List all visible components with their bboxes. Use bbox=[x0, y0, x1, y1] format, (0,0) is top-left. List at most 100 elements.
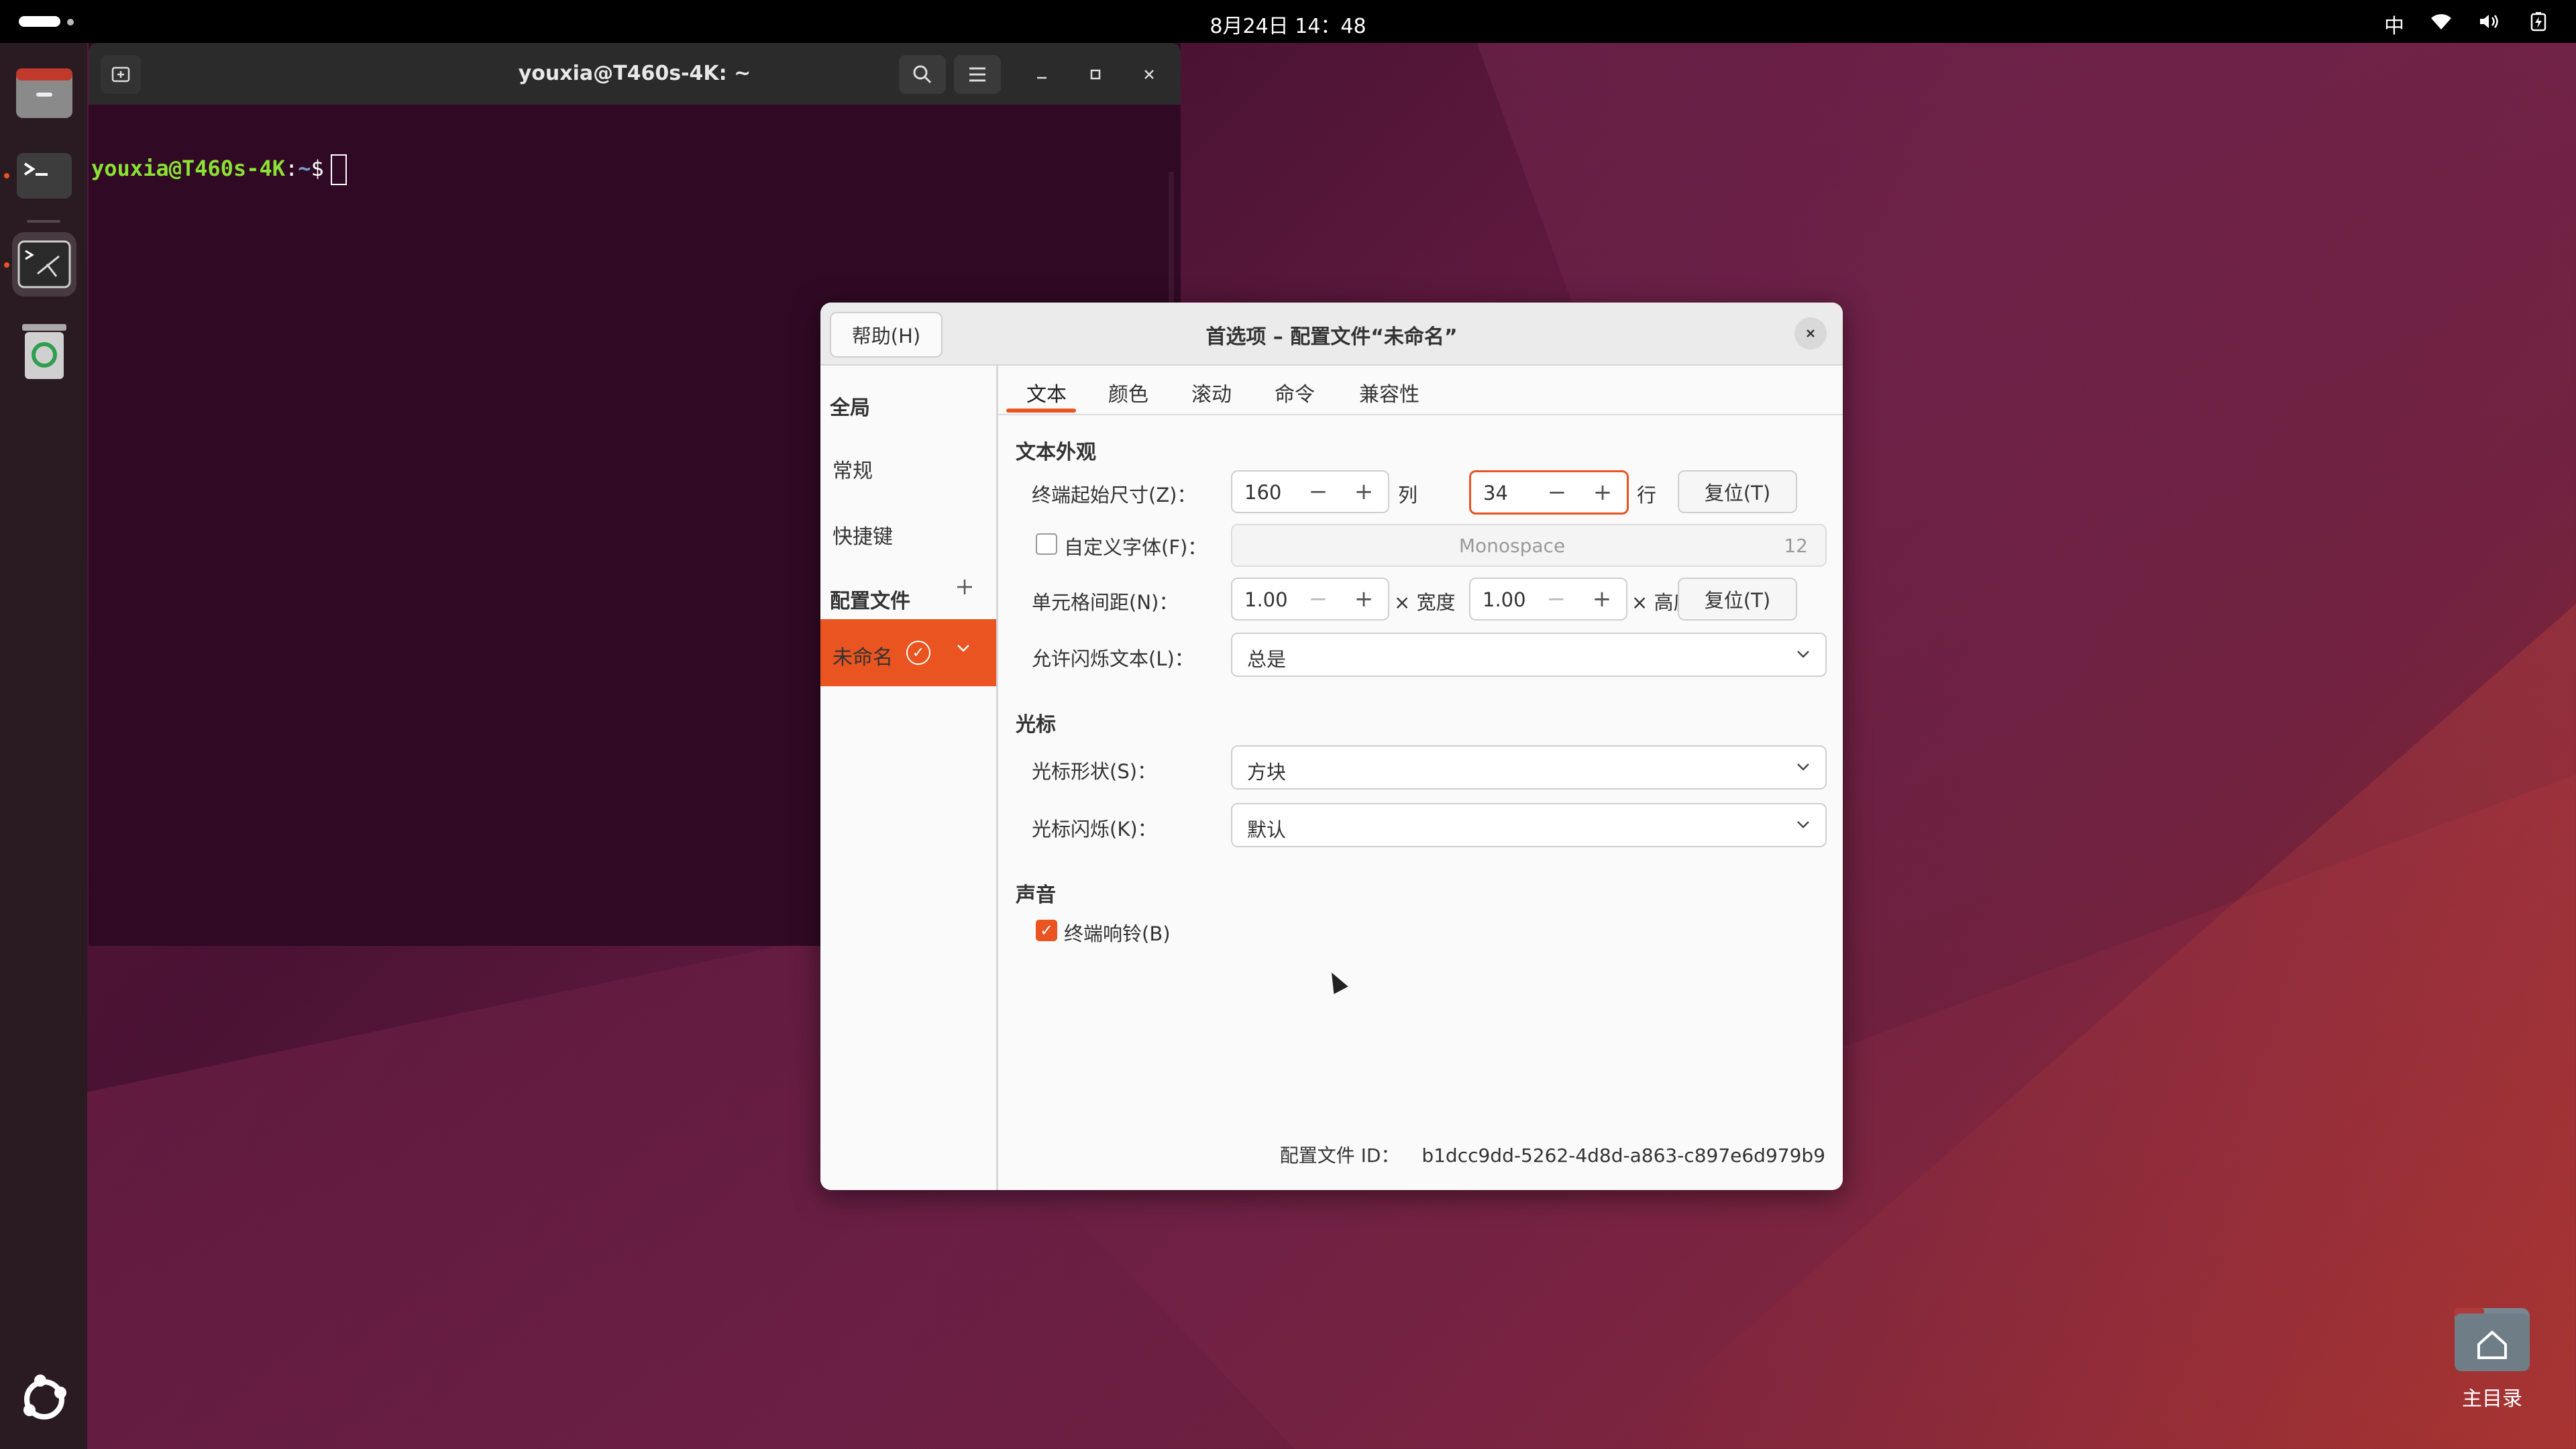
cell-width-decrement[interactable]: − bbox=[1297, 582, 1340, 616]
chevron-down-icon bbox=[1794, 753, 1812, 785]
terminal-preferences-icon bbox=[17, 240, 71, 288]
profile-settings: 文本 颜色 滚动 命令 兼容性 文本外观 终端起始尺寸(Z)： 160 − + … bbox=[998, 366, 1843, 1190]
tab-scrolling[interactable]: 滚动 bbox=[1191, 378, 1232, 407]
chevron-down-icon bbox=[957, 645, 969, 652]
home-folder-label: 主目录 bbox=[2462, 1387, 2522, 1411]
hamburger-menu-icon bbox=[969, 67, 985, 82]
dock bbox=[0, 43, 87, 1449]
cursor-shape-label: 光标形状(S)： bbox=[1032, 760, 1157, 783]
section-sound: 声音 bbox=[1016, 883, 1056, 907]
menu-button[interactable] bbox=[954, 55, 1001, 94]
chevron-down-icon bbox=[1794, 811, 1812, 843]
reset-spacing-button[interactable]: 复位(T) bbox=[1678, 578, 1797, 621]
volume-icon[interactable] bbox=[2478, 12, 2501, 36]
maximize-button[interactable] bbox=[1079, 58, 1112, 91]
terminal-cursor bbox=[330, 154, 347, 185]
input-method-indicator[interactable]: 中 bbox=[2384, 9, 2404, 39]
dock-trash[interactable] bbox=[12, 318, 76, 382]
preferences-dialog[interactable]: 帮助(H) 首选项 – 配置文件“未命名” 全局 常规 快捷键 配置文件 未命名… bbox=[820, 303, 1843, 1190]
sidebar-item-general[interactable]: 常规 bbox=[833, 454, 873, 484]
dock-show-apps[interactable] bbox=[12, 1367, 76, 1432]
sidebar-heading-profiles: 配置文件 bbox=[830, 590, 910, 613]
tab-bar: 文本 颜色 滚动 命令 兼容性 bbox=[998, 366, 1843, 415]
cell-height-spinbutton[interactable]: 1.00 − + bbox=[1469, 578, 1627, 621]
minimize-button[interactable] bbox=[1025, 58, 1059, 91]
terminal-header[interactable]: youxia@T460s-4K: ~ bbox=[89, 43, 1181, 105]
trash-icon bbox=[22, 324, 66, 379]
columns-spinbutton[interactable]: 160 − + bbox=[1231, 470, 1389, 513]
profile-menu-button[interactable] bbox=[955, 639, 972, 659]
files-running-indicator bbox=[4, 173, 9, 178]
chevron-down-icon bbox=[1794, 641, 1812, 672]
rows-increment[interactable]: + bbox=[1581, 475, 1624, 510]
battery-icon[interactable] bbox=[2526, 11, 2549, 37]
dock-files[interactable] bbox=[12, 60, 76, 125]
add-profile-button[interactable] bbox=[955, 576, 975, 603]
cell-spacing-label: 单元格间距(N)： bbox=[1032, 591, 1179, 614]
cell-height-value: 1.00 bbox=[1483, 588, 1526, 611]
reset-size-button[interactable]: 复位(T) bbox=[1678, 470, 1797, 513]
active-tab-indicator bbox=[1006, 409, 1076, 413]
plus-icon bbox=[957, 580, 972, 594]
ubuntu-logo-icon bbox=[23, 1375, 66, 1419]
profile-id-value: b1dcc9dd-5262-4d8d-a863-c897e6d979b9 bbox=[1421, 1144, 1825, 1167]
columns-value: 160 bbox=[1244, 481, 1282, 504]
rows-decrement[interactable]: − bbox=[1536, 475, 1578, 510]
terminal-icon bbox=[17, 153, 72, 199]
maximize-icon bbox=[1090, 69, 1101, 80]
clock[interactable]: 8月24日 14：48 bbox=[0, 9, 2576, 39]
custom-font-label: 自定义字体(F)： bbox=[1064, 536, 1208, 559]
search-icon bbox=[913, 65, 932, 84]
tab-command[interactable]: 命令 bbox=[1275, 378, 1315, 407]
custom-font-checkbox[interactable] bbox=[1036, 533, 1057, 555]
files-icon bbox=[16, 68, 72, 118]
default-profile-check-icon: ✓ bbox=[906, 641, 930, 665]
wifi-icon[interactable] bbox=[2430, 12, 2453, 36]
preferences-running-indicator bbox=[4, 262, 9, 268]
search-button[interactable] bbox=[899, 55, 946, 94]
cursor-blink-dropdown[interactable]: 默认 bbox=[1231, 803, 1827, 847]
cursor-shape-dropdown[interactable]: 方块 bbox=[1231, 745, 1827, 790]
prompt-path: ~ bbox=[298, 156, 311, 181]
preferences-sidebar: 全局 常规 快捷键 配置文件 未命名 ✓ bbox=[820, 366, 998, 1190]
cell-height-increment[interactable]: + bbox=[1580, 582, 1623, 616]
desktop-home-folder[interactable]: 主目录 bbox=[2442, 1308, 2542, 1411]
font-name: Monospace bbox=[1458, 535, 1566, 557]
dock-terminal-preferences[interactable] bbox=[12, 232, 76, 297]
cell-width-unit: × 宽度 bbox=[1394, 591, 1456, 614]
top-bar: 8月24日 14：48 中 bbox=[0, 0, 2576, 43]
close-button[interactable] bbox=[1132, 58, 1166, 91]
cell-height-decrement[interactable]: − bbox=[1535, 582, 1578, 616]
rows-spinbutton[interactable]: 34 − + bbox=[1469, 470, 1629, 515]
columns-increment[interactable]: + bbox=[1342, 474, 1385, 509]
minimize-icon bbox=[1037, 76, 1046, 79]
section-cursor: 光标 bbox=[1016, 713, 1056, 737]
tab-compatibility[interactable]: 兼容性 bbox=[1359, 378, 1419, 407]
font-size: 12 bbox=[1784, 535, 1808, 557]
profile-name: 未命名 bbox=[833, 646, 893, 669]
tab-colors[interactable]: 颜色 bbox=[1108, 378, 1148, 407]
system-tray[interactable]: 中 bbox=[2384, 9, 2549, 39]
tab-text[interactable]: 文本 bbox=[1026, 378, 1067, 407]
terminal-bell-checkbox[interactable]: ✓ bbox=[1036, 920, 1057, 941]
dialog-header[interactable]: 帮助(H) 首选项 – 配置文件“未命名” bbox=[820, 303, 1843, 366]
cursor-blink-label: 光标闪烁(K)： bbox=[1032, 818, 1157, 841]
dialog-close-button[interactable] bbox=[1794, 317, 1827, 350]
sidebar-heading-global: 全局 bbox=[830, 396, 870, 420]
sidebar-item-shortcuts[interactable]: 快捷键 bbox=[833, 520, 893, 549]
cell-width-increment[interactable]: + bbox=[1342, 582, 1385, 616]
columns-unit: 列 bbox=[1398, 484, 1418, 506]
cell-width-value: 1.00 bbox=[1244, 588, 1288, 611]
columns-decrement[interactable]: − bbox=[1297, 474, 1340, 509]
prompt-user: youxia@T460s-4K bbox=[91, 156, 285, 181]
terminal-title: youxia@T460s-4K: ~ bbox=[518, 62, 751, 85]
cell-width-spinbutton[interactable]: 1.00 − + bbox=[1231, 578, 1389, 621]
blink-text-dropdown[interactable]: 总是 bbox=[1231, 633, 1827, 677]
terminal-bell-label: 终端响铃(B) bbox=[1064, 922, 1171, 945]
sidebar-item-profile-unnamed[interactable]: 未命名 ✓ bbox=[820, 619, 996, 686]
profile-id: 配置文件 ID： b1dcc9dd-5262-4d8d-a863-c897e6d… bbox=[1280, 1141, 1825, 1168]
terminal-size-label: 终端起始尺寸(Z)： bbox=[1032, 484, 1197, 506]
rows-value: 34 bbox=[1483, 482, 1508, 504]
prompt-symbol: $ bbox=[311, 156, 324, 181]
dock-terminal[interactable] bbox=[12, 144, 76, 208]
